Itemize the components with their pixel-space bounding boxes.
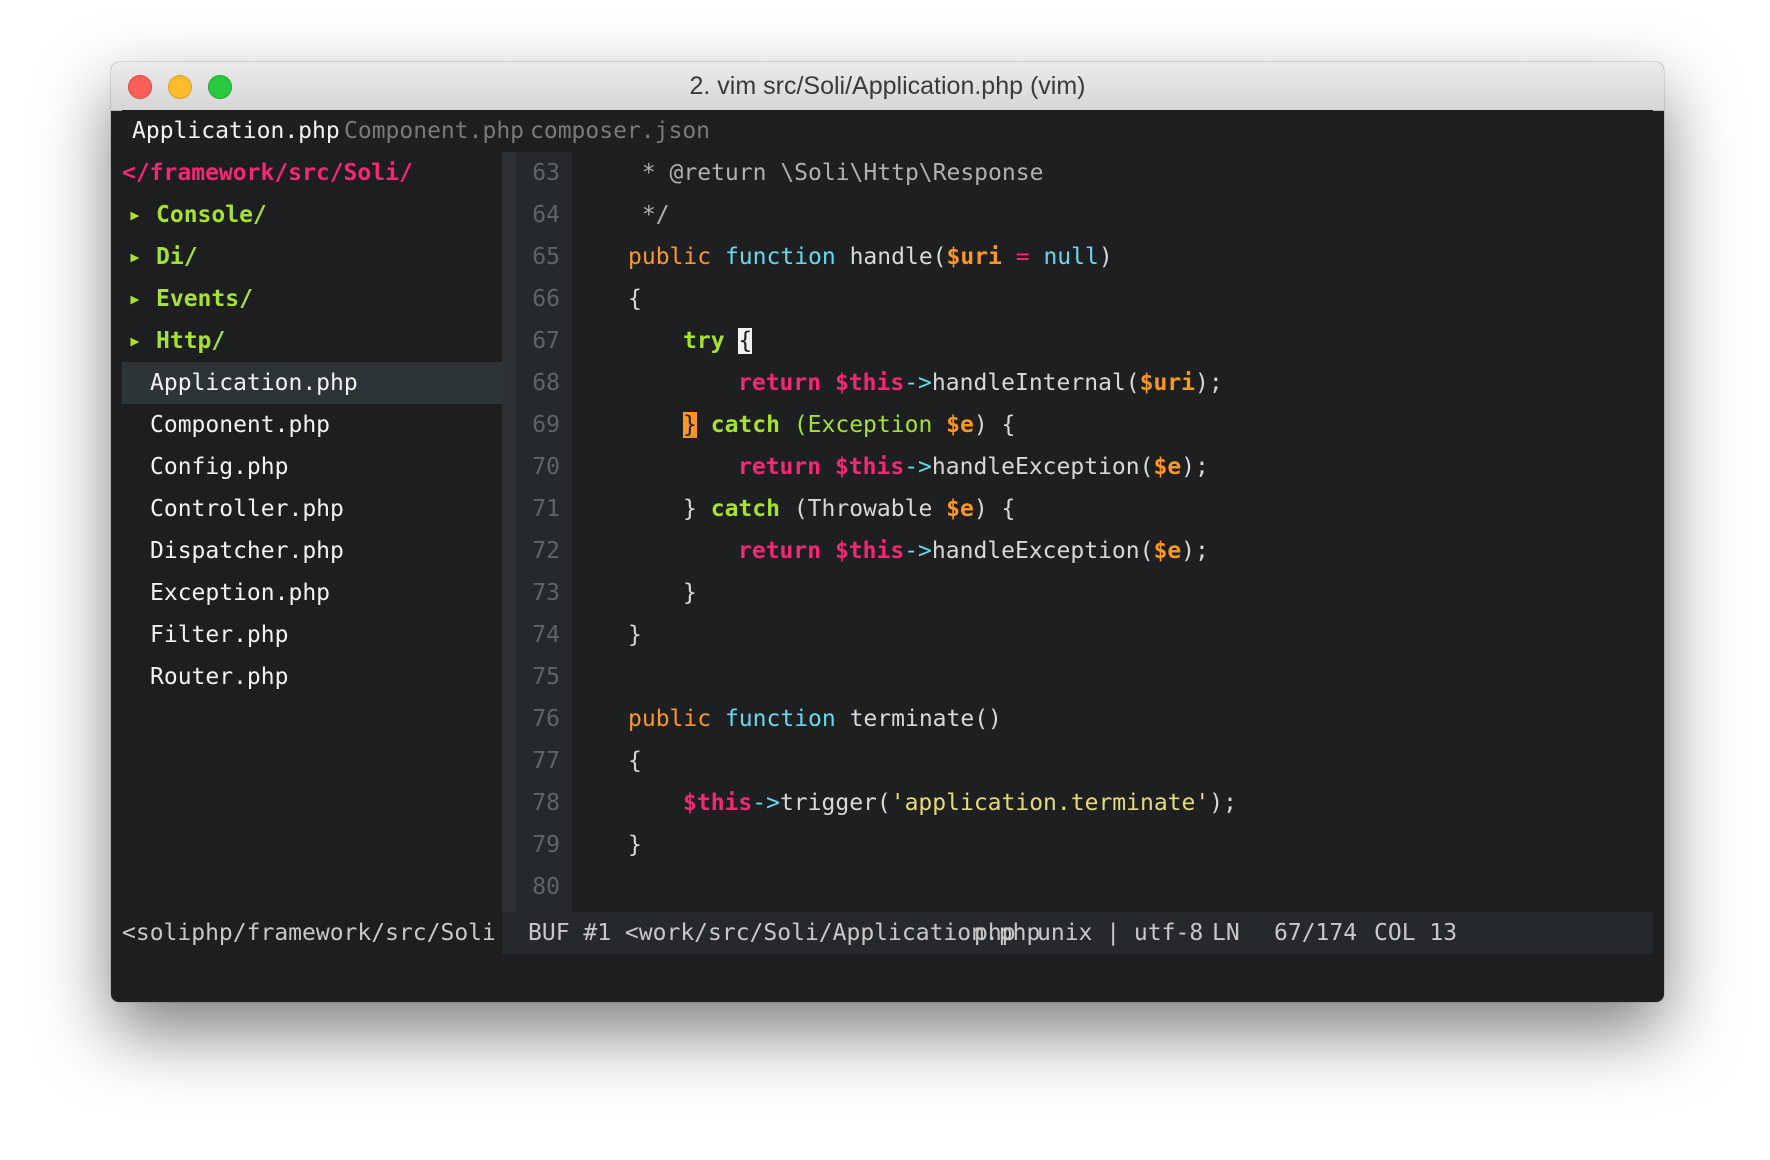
line-number: 76 [532, 706, 560, 732]
nerdtree-sidebar: </framework/src/Soli/ ▸ Console/ ▸ Di/ ▸ Ev… [122, 152, 502, 912]
line-number: 77 [532, 748, 560, 774]
tree-dir-events[interactable]: ▸ Events/ [122, 278, 502, 320]
terminal-window: 2. vim src/Soli/Application.php (vim) Ap… [111, 62, 1664, 1002]
cursor-column: COL 13 [1374, 920, 1458, 946]
vim-command-line[interactable] [122, 954, 1653, 1002]
code-line: return $this->handleException($e); [738, 538, 1209, 564]
line-number: 74 [532, 622, 560, 648]
tab-component-php[interactable]: Component.php [344, 110, 524, 152]
code-line: return $this->handleException($e); [738, 454, 1209, 480]
tree-file-controller-php[interactable]: Controller.php [122, 488, 502, 530]
line-number: 73 [532, 580, 560, 606]
window-title: 2. vim src/Soli/Application.php (vim) [689, 72, 1086, 100]
line-number: 67 [532, 328, 560, 354]
line-number: 69 [532, 412, 560, 438]
line-number: 78 [532, 790, 560, 816]
tree-root-path[interactable]: </framework/src/Soli/ [122, 152, 502, 194]
expand-arrow-icon: ▸ [128, 286, 142, 312]
line-number: 66 [532, 286, 560, 312]
line-number: 68 [532, 370, 560, 396]
tree-file-application-php[interactable]: Application.php [122, 362, 502, 404]
line-number: 70 [532, 454, 560, 480]
code-line: } [628, 832, 642, 858]
code-line: return $this->handleInternal($uri); [738, 370, 1223, 396]
tree-dir-di[interactable]: ▸ Di/ [122, 236, 502, 278]
vim-terminal[interactable]: Application.php Component.php composer.j… [122, 110, 1653, 1002]
line-number: 65 [532, 244, 560, 270]
tree-file-component-php[interactable]: Component.php [122, 404, 502, 446]
line-number-gutter: 63 64 65 66 67 68 69 70 71 72 73 74 75 7… [516, 152, 572, 912]
tree-file-exception-php[interactable]: Exception.php [122, 572, 502, 614]
code-line: } catch (Exception $e) { [683, 412, 1016, 438]
line-number: 71 [532, 496, 560, 522]
tree-dir-http[interactable]: ▸ Http/ [122, 320, 502, 362]
code-line: } [628, 622, 642, 648]
cursor-line-position: 67/174 [1274, 920, 1358, 946]
tree-dir-console[interactable]: ▸ Console/ [122, 194, 502, 236]
code-line: */ [628, 202, 670, 228]
line-number: 64 [532, 202, 560, 228]
code-line: } [683, 580, 697, 606]
line-number: 79 [532, 832, 560, 858]
line-number: 72 [532, 538, 560, 564]
code-line: try { [683, 328, 753, 354]
vim-tabline: Application.php Component.php composer.j… [122, 110, 1653, 152]
line-label: LN [1212, 920, 1240, 946]
filetype-indicator: php [974, 920, 1016, 946]
code-line: { [628, 748, 642, 774]
matching-brace-highlight: } [683, 412, 697, 438]
code-editor[interactable]: * @return \Soli\Http\Response */ public … [572, 152, 1653, 912]
expand-arrow-icon: ▸ [128, 244, 142, 270]
text-cursor: { [738, 328, 753, 354]
tree-file-router-php[interactable]: Router.php [122, 656, 502, 698]
title-bar[interactable]: 2. vim src/Soli/Application.php (vim) [111, 62, 1664, 111]
line-number: 75 [532, 664, 560, 690]
buffer-info: BUF #1 <work/src/Soli/Application.php [528, 920, 1041, 946]
tree-file-filter-php[interactable]: Filter.php [122, 614, 502, 656]
tab-application-php[interactable]: Application.php [132, 110, 340, 152]
file-format-encoding: unix | utf-8 [1037, 920, 1204, 946]
code-line: } catch (Throwable $e) { [683, 496, 1016, 522]
vim-statusline: <soliphp/framework/src/Soli BUF #1 <work… [122, 912, 1653, 954]
expand-arrow-icon: ▸ [128, 328, 142, 354]
expand-arrow-icon: ▸ [128, 202, 142, 228]
tab-composer-json[interactable]: composer.json [530, 110, 710, 152]
sidebar-status-path: <soliphp/framework/src/Soli [122, 912, 502, 954]
vertical-split-separator[interactable] [502, 152, 516, 954]
line-number: 80 [532, 874, 560, 900]
tree-file-dispatcher-php[interactable]: Dispatcher.php [122, 530, 502, 572]
code-line: { [628, 286, 642, 312]
tree-file-config-php[interactable]: Config.php [122, 446, 502, 488]
code-line: * @return \Soli\Http\Response [628, 160, 1044, 186]
code-line: public function handle($uri = null) [628, 244, 1113, 270]
code-line: public function terminate() [628, 706, 1002, 732]
code-line: $this->trigger('application.terminate'); [683, 790, 1237, 816]
line-number: 63 [532, 160, 560, 186]
